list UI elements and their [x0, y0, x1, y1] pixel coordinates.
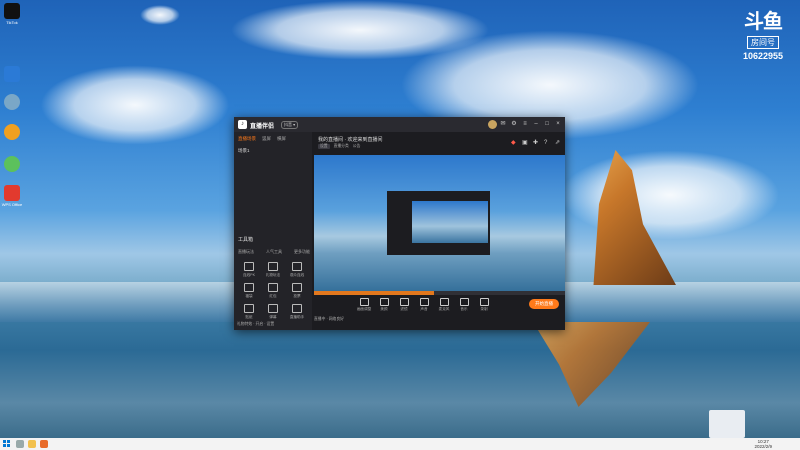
gift-icon[interactable]: ✚	[533, 140, 539, 146]
clock-date: 2022/2/9	[754, 444, 772, 449]
meta-tag[interactable]: 公告	[353, 144, 361, 149]
desktop-icon-label: TikTok	[6, 20, 18, 25]
close-icon[interactable]: ×	[554, 120, 562, 128]
douyu-logo: 斗鱼	[744, 11, 783, 33]
sidebar: 直播场景 竖屏 横屏 场景1 工具箱 直播玩法 人气工具 更多功能 连线PK 礼…	[234, 132, 312, 330]
bottom-tool[interactable]: 声音	[414, 298, 434, 312]
stream-preview[interactable]	[314, 155, 565, 295]
minimize-icon[interactable]: –	[532, 120, 540, 128]
tool-item[interactable]: 贴纸	[237, 304, 261, 320]
red-packet-icon	[268, 283, 278, 292]
tool-item[interactable]: 观众连线	[285, 262, 309, 278]
rock-reflection	[533, 322, 650, 407]
app-icon[interactable]	[4, 66, 20, 82]
bottom-tool[interactable]: 滤镜	[394, 298, 414, 312]
app-icon[interactable]	[4, 94, 20, 110]
message-icon[interactable]: ✉	[499, 120, 507, 128]
tool-group-tab[interactable]: 更多功能	[294, 249, 310, 255]
desktop-icon-label: WPS Office	[1, 202, 23, 207]
avatar[interactable]	[488, 120, 497, 129]
tool-item[interactable]: 福袋	[237, 283, 261, 299]
tab-landscape[interactable]: 横屏	[277, 136, 286, 142]
tool-group-tab[interactable]: 直播玩法	[238, 249, 254, 255]
beauty-icon	[379, 298, 389, 306]
taskbar-clock[interactable]: 10:27 2022/2/9	[754, 439, 772, 449]
main-panel: 我的直播间 · 欢迎来到直播间 设置 直播分类 公告 ◆ ▣ ✚ ? ⇗ 画面调…	[314, 132, 565, 330]
search-icon[interactable]	[16, 440, 24, 448]
tab-portrait[interactable]: 竖屏	[262, 136, 271, 142]
title-bar: ♪ 直播伴侣 抖音 ▾ ✉ ⚙ ≡ – □ ×	[234, 117, 565, 132]
tray-overflow-popup[interactable]	[709, 410, 745, 438]
wechat-icon[interactable]	[4, 156, 20, 172]
room-number: 10622955	[742, 51, 784, 61]
app-logo-icon: ♪	[238, 120, 247, 129]
gift-icon	[268, 262, 278, 271]
tool-item[interactable]: 投票	[285, 283, 309, 299]
sound-icon	[419, 298, 429, 306]
app-icon[interactable]	[4, 124, 20, 140]
app-taskbar-icon[interactable]	[40, 440, 48, 448]
room-label: 房间号	[747, 36, 779, 49]
windows-start-icon[interactable]	[3, 440, 10, 447]
bottom-toolbar: 画面调整 美颜 滤镜 声音 麦克风 音乐 录制	[314, 295, 565, 315]
status-footer: 直播中 · 网络良好	[314, 317, 344, 321]
tool-item[interactable]: 直播助手	[285, 304, 309, 320]
maximize-icon[interactable]: □	[543, 120, 551, 128]
wps-icon[interactable]	[4, 185, 20, 201]
connect-icon	[292, 262, 302, 271]
sidebar-footer: 礼物特效 · 开启 · 设置	[237, 322, 275, 326]
tool-item[interactable]: 连线PK	[237, 262, 261, 278]
nested-app-preview	[387, 191, 490, 255]
sticker-icon	[244, 304, 254, 313]
assistant-icon	[292, 304, 302, 313]
settings-icon[interactable]: ⚙	[510, 120, 518, 128]
douyu-watermark: 斗鱼 房间号 10622955	[736, 11, 790, 61]
tool-item[interactable]: 弹幕	[261, 304, 285, 320]
stream-title[interactable]: 我的直播间 · 欢迎来到直播间	[318, 136, 382, 143]
lucky-bag-icon	[244, 283, 254, 292]
music-icon	[459, 298, 469, 306]
record-icon	[479, 298, 489, 306]
explorer-icon[interactable]	[28, 440, 36, 448]
danmaku-icon	[268, 304, 278, 313]
share-icon[interactable]: ⇗	[555, 140, 561, 146]
platform-dropdown[interactable]: 抖音 ▾	[281, 121, 299, 129]
picture-icon	[359, 298, 369, 306]
tool-group-tab[interactable]: 人气工具	[266, 249, 282, 255]
tool-grid: 连线PK 礼物玩法 观众连线 福袋 红包 投票 贴纸 弹幕 直播助手	[237, 262, 311, 320]
live-companion-window: ♪ 直播伴侣 抖音 ▾ ✉ ⚙ ≡ – □ × 直播场景 竖屏 横屏 场景1 工…	[234, 117, 565, 330]
tool-item[interactable]: 红包	[261, 283, 285, 299]
vote-icon	[292, 283, 302, 292]
bottom-tool[interactable]: 画面调整	[354, 298, 374, 312]
meta-tag[interactable]: 设置	[318, 144, 330, 149]
tool-item[interactable]: 礼物玩法	[261, 262, 285, 278]
help-icon[interactable]: ?	[544, 140, 550, 146]
bottom-tool[interactable]: 音乐	[454, 298, 474, 312]
bottom-tool[interactable]: 麦克风	[434, 298, 454, 312]
tiktok-icon[interactable]	[4, 3, 20, 19]
mic-icon	[439, 298, 449, 306]
red-packet-icon[interactable]: ◆	[511, 140, 517, 146]
toolbox-title: 工具箱	[238, 237, 254, 243]
scene-selector[interactable]: 场景1	[238, 148, 250, 154]
lock-icon[interactable]: ▣	[522, 140, 528, 146]
nested-preview	[412, 201, 488, 243]
tab-scene[interactable]: 直播场景	[238, 136, 256, 142]
bottom-tool[interactable]: 录制	[474, 298, 494, 312]
taskbar: 10:27 2022/2/9	[0, 438, 800, 450]
menu-icon[interactable]: ≡	[521, 120, 529, 128]
app-name: 直播伴侣	[250, 124, 275, 130]
go-live-button[interactable]: 开始直播	[529, 299, 559, 309]
bottom-tool[interactable]: 美颜	[374, 298, 394, 312]
pk-icon	[244, 262, 254, 271]
filter-icon	[399, 298, 409, 306]
meta-tag[interactable]: 直播分类	[334, 144, 349, 149]
